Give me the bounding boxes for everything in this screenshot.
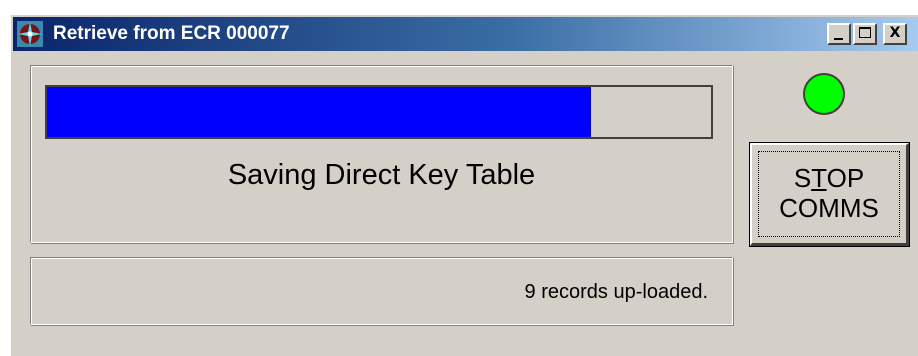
stop-label-s: S bbox=[793, 163, 812, 193]
maximize-button[interactable] bbox=[853, 23, 877, 45]
stop-label-mnemonic: T bbox=[811, 163, 827, 193]
stop-label-op: OP bbox=[826, 163, 865, 193]
maximize-icon bbox=[859, 27, 871, 38]
stop-label-comms: COMMS bbox=[779, 193, 879, 223]
compass-icon[interactable] bbox=[17, 21, 43, 47]
retrieve-window: Retrieve from ECR 000077 X Saving Direct… bbox=[10, 14, 918, 356]
minimize-icon bbox=[834, 38, 843, 40]
progress-panel: Saving Direct Key Table bbox=[30, 65, 733, 243]
title-bar[interactable]: Retrieve from ECR 000077 X bbox=[13, 17, 918, 51]
progress-bar bbox=[45, 85, 713, 139]
status-panel: 9 records up-loaded. bbox=[30, 257, 733, 325]
stop-comms-button[interactable]: STOP COMMS bbox=[749, 142, 910, 247]
window-title: Retrieve from ECR 000077 bbox=[53, 23, 290, 44]
progress-bar-fill bbox=[47, 87, 592, 137]
minimize-button[interactable] bbox=[827, 23, 851, 45]
progress-label: Saving Direct Key Table bbox=[227, 159, 536, 191]
stop-comms-label: STOP COMMS bbox=[752, 163, 906, 223]
status-message: 9 records up-loaded. bbox=[524, 281, 708, 303]
close-button[interactable]: X bbox=[883, 23, 907, 45]
status-indicator-light bbox=[803, 73, 845, 115]
close-icon: X bbox=[889, 25, 901, 41]
